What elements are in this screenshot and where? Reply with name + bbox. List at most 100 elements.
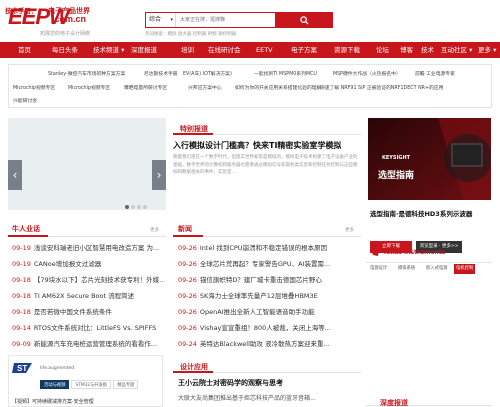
featured-headline[interactable]: 入行模拟设计门槛高？快来TI精密实验室学模拟	[173, 140, 361, 151]
st-logo[interactable]: ST	[12, 361, 34, 377]
list-item[interactable]: 09-26 SK海力士全球率先量产12层堆叠HBM3E	[178, 290, 362, 300]
carousel-prev-button[interactable]: ‹	[8, 160, 22, 190]
item-title: RTOS文件系统对比：LittleFS Vs. SPIFFS	[33, 324, 157, 332]
promo-title[interactable]: 选型指南·是德科技HD3系列示波器	[370, 210, 492, 219]
item-title: 【79块水以下】芯片光刻技术获专利！外媒...	[33, 276, 164, 284]
nav-tech[interactable]: 技术	[421, 42, 434, 58]
carousel-dots	[125, 205, 147, 209]
st-tab-stm32[interactable]: STM32与开发板	[71, 380, 112, 389]
carousel-dot[interactable]	[143, 205, 147, 209]
tech-link[interactable]: Stanley-微控汽车市场的种方案方案	[48, 70, 125, 77]
design-headline[interactable]: 王小云院士对密码学的观察与思考	[178, 378, 283, 388]
hot-search-label: 热词搜索：	[145, 32, 168, 37]
item-title: OpenAI推出全新人工智能语音助手功能	[199, 308, 315, 316]
st-tab-topics[interactable]: 精品专题	[113, 380, 139, 389]
item-date: 09-14	[12, 324, 31, 332]
item-title: 全球芯片荒再起？专家警告GPU、AI装置需...	[199, 260, 331, 268]
list-item[interactable]: 09-19 CANoe增加报文过滤器	[12, 258, 164, 268]
item-title: 浅谈安科瑞老旧小区智慧用电改造方案 为...	[33, 244, 160, 252]
item-date: 09-19	[12, 244, 31, 252]
nav-headlines[interactable]: 每日头条	[52, 42, 78, 58]
list-item[interactable]: 09-26 全球芯片荒再起？专家警告GPU、AI装置需...	[178, 258, 362, 268]
list-item[interactable]: 09-14 RTOS文件系统对比：LittleFS Vs. SPIFFS	[12, 322, 164, 332]
tech-link[interactable]: 曝晒电量所研讨专区	[124, 84, 167, 91]
list-item[interactable]: 09-26 Intel 找到CPU崩溃和不稳定错误的根本原因	[178, 242, 362, 252]
ti-tab-power[interactable]: 电源设计	[368, 264, 389, 274]
item-title: 新能源汽车充电桩运营管理系统的看看作...	[33, 340, 158, 348]
featured-summary: 随着我们现在一个数字时代，但现实世界却常是模拟的。模拟电子技术构建了电子设备产业…	[173, 155, 358, 175]
carousel-dot[interactable]	[125, 205, 129, 209]
tech-link[interactable]: Microchip视频专区	[13, 84, 55, 91]
nav-more[interactable]: 更多 ▾	[478, 42, 496, 58]
nav-tech-channel[interactable]: 技术频道 ▾	[93, 42, 124, 58]
tech-link[interactable]: EV(A车) IOT解决方案)	[183, 70, 232, 77]
tech-link[interactable]: Microchip视频专区	[68, 84, 110, 91]
item-date: 09-24	[178, 340, 197, 348]
ad-brand: KEYSIGHT	[382, 155, 411, 161]
nav-forum[interactable]: 论坛	[376, 42, 389, 58]
svg-text:ST: ST	[17, 364, 27, 373]
carousel-dot[interactable]	[137, 205, 141, 209]
ti-tab-embedded[interactable]: 嵌入式电源	[424, 264, 449, 274]
item-title: Intel 找到CPU崩溃和不稳定错误的根本原因	[199, 244, 328, 252]
list-item[interactable]: 09-26 锚信旗帜特D？建厂城卡重击德国芯片野心	[178, 274, 362, 284]
news-section-title: 新闻	[178, 225, 192, 233]
item-title: TI AM62X Secure Boot 流程简述	[33, 292, 135, 300]
carousel-dot[interactable]	[131, 205, 135, 209]
st-tab-events[interactable]: 活动与视频	[40, 380, 70, 389]
tech-link[interactable]: 快速了解 NRF91 SiP 正被验证的NRF1DECT NR+的应用	[320, 84, 488, 91]
item-date: 09-18	[12, 292, 31, 300]
chevron-left-icon: ‹	[12, 168, 18, 182]
nav-downloads[interactable]: 资源下载	[334, 42, 360, 58]
design-item[interactable]: 大联大友尚集团推出基于炬芯科技产品的蓝牙音箱...	[178, 393, 360, 402]
list-item[interactable]: 09-26 Vishay宣宣重组！800人被裁，关闭上海等...	[178, 322, 362, 332]
banner-carousel[interactable]	[8, 118, 166, 210]
ti-logo[interactable]: Texas Instruments	[370, 247, 445, 257]
search-category-select[interactable]: 综合 ▾	[146, 13, 176, 27]
list-item[interactable]: 09-19 浅谈安科瑞老旧小区智慧用电改造方案 为...	[12, 242, 164, 252]
nav-blog[interactable]: 博客	[400, 42, 413, 58]
item-date: 09-26	[178, 308, 197, 316]
tech-link[interactable]: 尼达斯技术手册	[144, 70, 178, 77]
item-title: CANoe增加报文过滤器	[33, 260, 102, 268]
industry-more-link[interactable]: 更多	[150, 227, 159, 233]
list-item[interactable]: 09-24 英特达Blackwell助攻 液冷散热方案迎来重...	[178, 338, 362, 348]
nav-home[interactable]: 首页	[18, 42, 31, 58]
ti-tab-motor[interactable]: 电机控制	[454, 264, 476, 274]
nav-solutions[interactable]: 电子方案	[291, 42, 317, 58]
list-item[interactable]: 09-18 TI AM62X Secure Boot 流程简述	[12, 290, 164, 300]
section-accent-bar	[173, 133, 213, 135]
search-icon	[299, 15, 309, 25]
nav-community[interactable]: 互动社区 ▾	[441, 42, 472, 58]
tech-link[interactable]: 兴能研讨会	[13, 97, 37, 104]
tech-link[interactable]: 一起找到TI MSPM0系列MCU	[254, 70, 317, 77]
search-category-label: 综合	[149, 16, 162, 23]
tech-link[interactable]: 兴邦应方案中心	[188, 84, 222, 91]
nav-eetv[interactable]: EETV	[256, 42, 273, 58]
list-item[interactable]: 09-18 【79块水以下】芯片光刻技术获专利！外媒...	[12, 274, 164, 284]
tech-manual-label: 技术手册：	[5, 7, 38, 15]
hot-search-list[interactable]: 模拟 放大器 控制器 射频 微控制器	[168, 32, 237, 37]
chevron-right-icon: ›	[156, 168, 162, 182]
st-news-item[interactable]: 【视频】可持续碳减排方案·安全管理	[12, 398, 94, 405]
tech-link[interactable]: 如何为你的开关应用关系搭建化验的理解	[235, 84, 321, 91]
list-item[interactable]: 09-18 是否若微中国文件系统条件	[12, 306, 164, 316]
tech-link[interactable]: 前瞻·工业电源专家	[415, 70, 455, 77]
search-button[interactable]	[275, 12, 333, 28]
carousel-next-button[interactable]: ›	[152, 160, 166, 190]
ti-tab-analog[interactable]: 模拟系统	[396, 264, 417, 274]
nav-training[interactable]: 培训	[181, 42, 194, 58]
tech-link[interactable]: MSP硬件大作战（火热报名中）	[333, 70, 401, 77]
item-date: 09-26	[178, 260, 197, 268]
nav-deep-report[interactable]: 深度报道	[131, 42, 157, 58]
section-accent-bar	[173, 235, 203, 237]
news-more-link[interactable]: 更多	[345, 227, 354, 233]
nav-webinar[interactable]: 在线研讨会	[208, 42, 241, 58]
nav-more-label: 更多	[478, 46, 491, 54]
list-item[interactable]: 09-26 OpenAI推出全新人工智能语音助手功能	[178, 306, 362, 316]
section-accent-bar	[173, 371, 213, 373]
item-title: 是否若微中国文件系统条件	[33, 308, 112, 316]
logo-domain: .com.cn	[52, 14, 87, 24]
list-item[interactable]: 09-09 新能源汽车充电桩运营管理系统的看看作...	[12, 338, 164, 348]
industry-section-title: 牛人业话	[12, 225, 40, 233]
